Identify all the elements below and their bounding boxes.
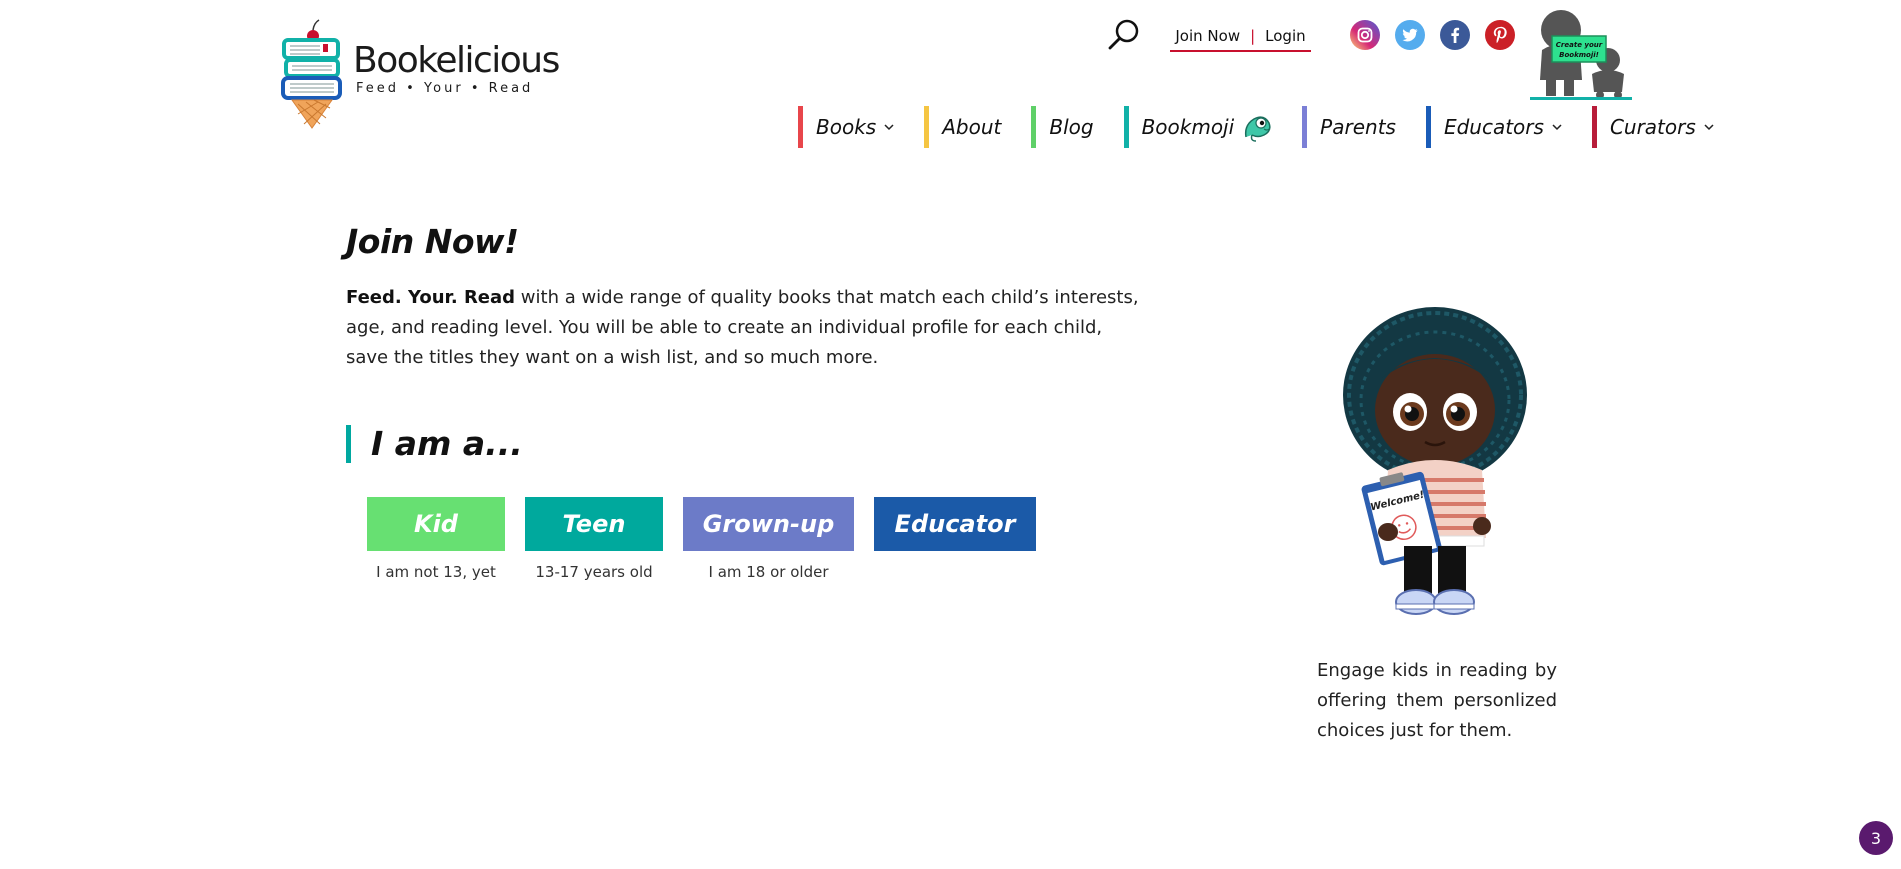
auth-separator: | [1250, 27, 1256, 45]
create-bookmoji-button[interactable]: Create your Bookmoji! [1530, 8, 1632, 100]
nav-item-parents[interactable]: Parents [1302, 106, 1396, 148]
svg-text:Bookmoji!: Bookmoji! [1559, 51, 1599, 59]
join-now-link[interactable]: Join Now [1175, 27, 1240, 45]
login-link[interactable]: Login [1265, 27, 1305, 45]
kid-illustration: Welcome! [1343, 307, 1527, 615]
logo-tagline: Feed • Your • Read [356, 81, 534, 96]
notification-badge[interactable]: 3 [1859, 821, 1893, 855]
instagram-link[interactable] [1350, 20, 1380, 50]
teen-description: 13-17 years old [535, 563, 653, 581]
nav-item-curators[interactable]: Curators [1591, 106, 1714, 148]
logo-icon [281, 19, 342, 129]
teen-button[interactable]: Teen [525, 497, 663, 551]
educator-button[interactable]: Educator [874, 497, 1036, 551]
twitter-icon [1395, 20, 1425, 50]
intro-paragraph: Feed. Your. Read with a wide range of qu… [346, 283, 1146, 373]
nav-item-about[interactable]: About [924, 106, 1001, 148]
page-title: Join Now! [346, 222, 519, 261]
nav-item-blog[interactable]: Blog [1031, 106, 1094, 148]
chevron-down-icon [884, 124, 894, 131]
twitter-link[interactable] [1395, 20, 1425, 50]
intro-bold: Feed. Your. Read [346, 287, 516, 308]
facebook-link[interactable] [1440, 20, 1470, 50]
chevron-down-icon [1704, 124, 1714, 131]
search-button[interactable] [1106, 16, 1142, 52]
role-heading: I am a... [346, 425, 523, 463]
side-text: Engage kids in reading by offering them … [1317, 660, 1557, 741]
facebook-icon [1440, 20, 1470, 50]
auth-links: Join Now | Login [1170, 22, 1311, 52]
pinterest-link[interactable] [1485, 20, 1515, 50]
nav-item-books[interactable]: Books [798, 106, 894, 148]
nav-item-label: Educators [1443, 115, 1544, 139]
kid-description: I am not 13, yet [376, 563, 496, 581]
nav-item-bookmoji[interactable]: Bookmoji [1123, 106, 1273, 148]
bookmoji-silhouette-icon: Create your Bookmoji! [1530, 10, 1632, 100]
nav-item-label: About [942, 115, 1002, 139]
nav-item-label: Blog [1049, 115, 1094, 139]
svg-text:Create your: Create your [1556, 41, 1603, 49]
nav-item-label: Parents [1320, 115, 1396, 139]
chameleon-mascot-icon [1245, 116, 1271, 142]
chevron-down-icon [1552, 124, 1562, 131]
nav-item-label: Bookmoji [1141, 115, 1235, 139]
main-nav: Books About Blog Bookmoji Parents Educat… [798, 106, 1714, 148]
nav-item-educators[interactable]: Educators [1425, 106, 1562, 148]
social-links [1350, 20, 1515, 50]
grown-up-description: I am 18 or older [708, 563, 829, 581]
nav-item-label: Curators [1609, 115, 1696, 139]
logo-link[interactable]: Bookelicious Feed • Your • Read [280, 18, 560, 130]
pinterest-icon [1485, 20, 1515, 50]
instagram-icon [1350, 20, 1380, 50]
kid-button[interactable]: Kid [367, 497, 505, 551]
logo-title: Bookelicious [353, 40, 560, 81]
grown-up-button[interactable]: Grown-up [683, 497, 854, 551]
nav-item-label: Books [816, 115, 877, 139]
search-icon [1108, 19, 1139, 50]
